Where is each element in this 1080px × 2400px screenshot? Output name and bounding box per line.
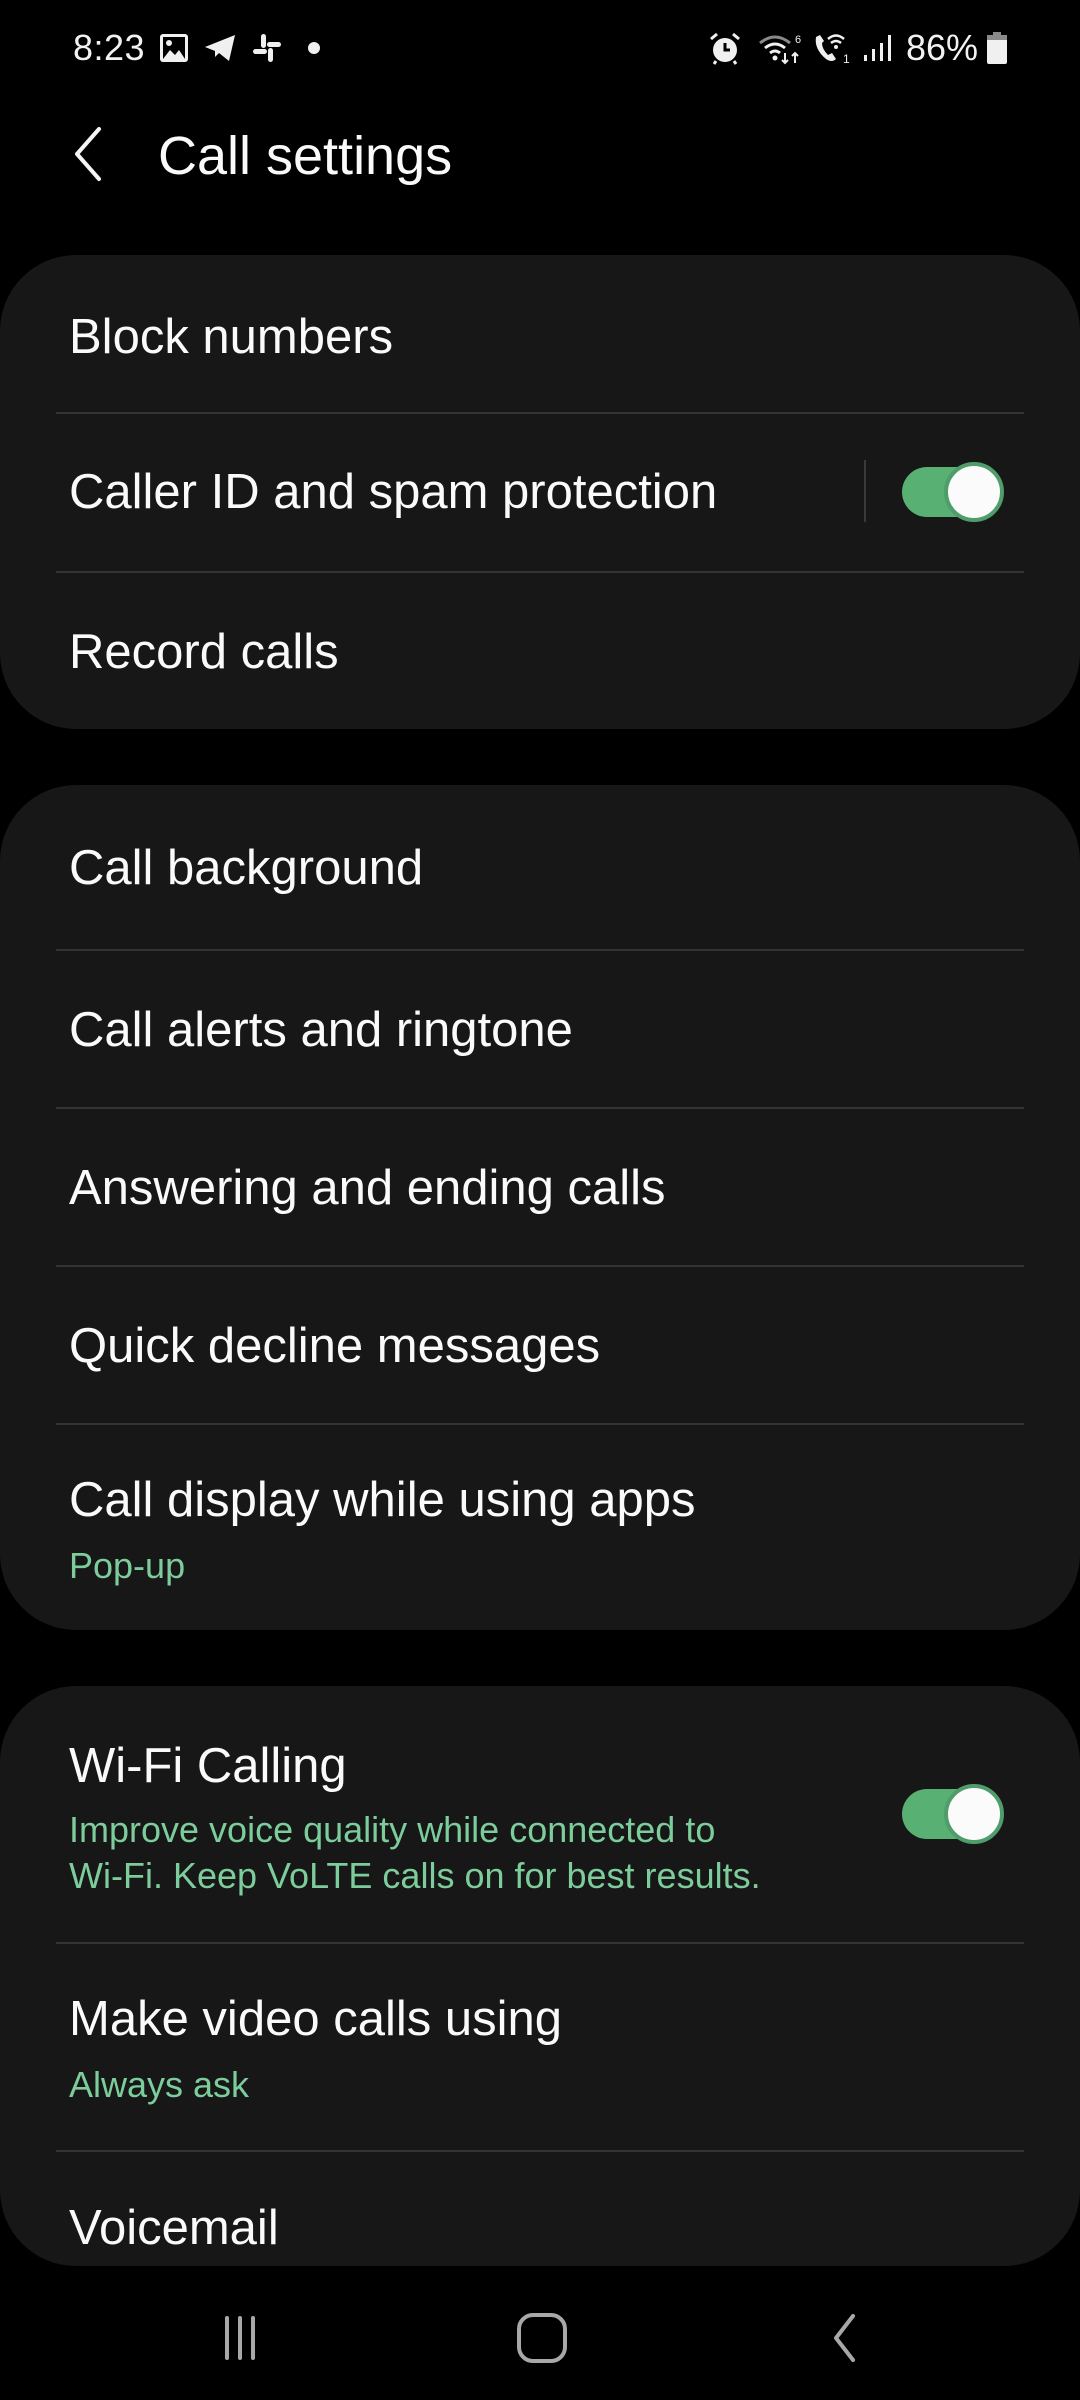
status-bar: 8:23 6 1 86% (0, 0, 1080, 96)
signal-icon (862, 33, 892, 63)
setting-title: Quick decline messages (69, 1319, 601, 1373)
setting-title: Block numbers (69, 310, 394, 364)
status-bar-left: 8:23 (73, 22, 321, 74)
status-time: 8:23 (73, 27, 146, 68)
back-icon (827, 2311, 861, 2370)
caller-id-toggle[interactable] (902, 462, 1004, 522)
setting-record-calls[interactable]: Record calls (0, 573, 1080, 729)
setting-value: Pop-up (69, 1545, 186, 1586)
setting-title: Call alerts and ringtone (69, 1003, 573, 1057)
svg-text:1: 1 (843, 52, 850, 65)
back-button[interactable] (58, 124, 118, 188)
chevron-left-icon (71, 126, 105, 187)
setting-title: Call display while using apps (69, 1473, 696, 1527)
vertical-separator (864, 460, 866, 522)
settings-group-1: Block numbers Caller ID and spam protect… (0, 255, 1080, 729)
status-bar-right: 6 1 86% (708, 22, 1008, 74)
gallery-icon (159, 33, 189, 63)
setting-title: Caller ID and spam protection (69, 465, 718, 519)
setting-answering-ending-calls[interactable]: Answering and ending calls (0, 1109, 1080, 1265)
toggle-thumb (944, 462, 1004, 522)
home-icon (515, 2311, 569, 2370)
setting-description-line-2: Wi-Fi. Keep VoLTE calls on for best resu… (69, 1855, 761, 1896)
setting-title: Make video calls using (69, 1992, 562, 2046)
notification-dot-icon (307, 41, 321, 55)
battery-icon (986, 31, 1008, 65)
page-title: Call settings (158, 126, 453, 186)
setting-title: Call background (69, 841, 424, 895)
settings-group-2: Call background Call alerts and ringtone… (0, 785, 1080, 1630)
setting-call-display-while-using-apps[interactable]: Call display while using apps Pop-up (0, 1425, 1080, 1630)
setting-title: Record calls (69, 625, 339, 679)
home-button[interactable] (482, 2300, 602, 2380)
setting-voicemail[interactable]: Voicemail (0, 2152, 1080, 2266)
recent-apps-icon (215, 2313, 265, 2368)
setting-title: Answering and ending calls (69, 1161, 666, 1215)
setting-call-alerts-ringtone[interactable]: Call alerts and ringtone (0, 951, 1080, 1107)
wifi-calling-toggle[interactable] (902, 1784, 1004, 1844)
setting-description-line-1: Improve voice quality while connected to (69, 1809, 716, 1850)
setting-title: Voicemail (69, 2201, 279, 2255)
recent-apps-button[interactable] (180, 2300, 300, 2380)
slack-icon (251, 32, 283, 64)
setting-call-background[interactable]: Call background (0, 785, 1080, 949)
setting-title: Wi-Fi Calling (69, 1739, 347, 1793)
alarm-icon (708, 31, 742, 65)
setting-value: Always ask (69, 2064, 250, 2105)
setting-quick-decline-messages[interactable]: Quick decline messages (0, 1267, 1080, 1423)
navigation-bar (0, 2280, 1080, 2400)
wifi-6-icon: 6 (758, 31, 804, 65)
battery-percent: 86% (905, 27, 978, 68)
setting-make-video-calls-using[interactable]: Make video calls using Always ask (0, 1944, 1080, 2150)
telegram-icon (203, 33, 237, 63)
app-bar: Call settings (0, 110, 1080, 202)
wifi-calling-icon: 1 (812, 31, 854, 65)
toggle-thumb (944, 1784, 1004, 1844)
settings-group-3: Wi-Fi Calling Improve voice quality whil… (0, 1686, 1080, 2266)
setting-wifi-calling[interactable]: Wi-Fi Calling Improve voice quality whil… (0, 1686, 1080, 1942)
setting-caller-id-spam-protection[interactable]: Caller ID and spam protection (0, 414, 1080, 571)
svg-text:6: 6 (795, 34, 801, 46)
system-back-button[interactable] (784, 2300, 904, 2380)
setting-block-numbers[interactable]: Block numbers (0, 255, 1080, 412)
